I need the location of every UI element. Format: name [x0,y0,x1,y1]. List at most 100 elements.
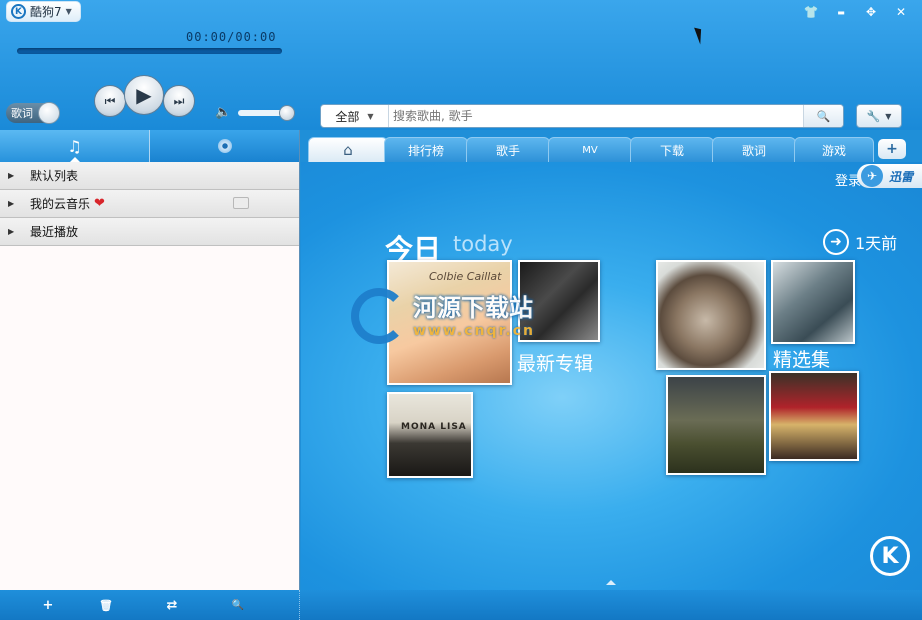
home-icon: ⌂ [343,141,353,159]
mini-mode-button[interactable]: ✥ [856,3,886,21]
expand-arrow-icon: ▶ [8,199,15,208]
collection-cover[interactable] [666,375,766,475]
comment-icon[interactable] [233,197,249,209]
top-bar: K 酷狗7 ▼ 👕 ▬ ✥ ✕ 00:00/00:00 歌词 ⏮ ▶ ⏭ 🔈 全… [0,0,922,130]
previous-button[interactable]: ⏮ [94,85,126,117]
next-button[interactable]: ⏭ [163,85,195,117]
search-scope-dropdown[interactable]: 全部 ▼ [321,105,389,127]
album-cover-text: Colbie Caillat [429,270,502,283]
tab-games[interactable]: 游戏 [794,137,874,162]
close-icon: ✕ [895,5,907,19]
tab-label: 下载 [659,143,684,158]
tab-charts[interactable]: 排行榜 [384,137,468,162]
shuffle-icon: ⇄ [166,597,178,613]
time-display: 00:00/00:00 [186,30,277,44]
search-scope-label: 全部 [335,109,360,124]
status-bar [300,590,922,620]
delete-button[interactable]: 🗑 [73,590,139,620]
locate-button[interactable]: 🔍 [205,590,271,620]
lyrics-toggle[interactable]: 歌词 [6,102,60,124]
tab-playlist[interactable]: ♫ [0,130,150,162]
search-input[interactable] [389,106,803,126]
play-mode-button[interactable]: ⇄ [139,590,205,620]
close-button[interactable]: ✕ [886,3,916,21]
mini-mode-icon: ✥ [865,5,877,19]
search-icon: 🔍 [816,109,831,123]
expand-arrow-icon: ▶ [8,227,15,236]
album-cover-text: MONA LISA [401,422,467,432]
watermark-title: 河源下载站 [413,294,533,322]
previous-day-label: 1天前 [855,234,898,253]
selection-link[interactable]: 精选集 [773,345,830,372]
wrench-icon: 🔧 [866,109,881,123]
minimize-button[interactable]: ▬ [826,3,856,21]
collection-cover[interactable] [656,260,766,370]
add-button[interactable]: + [23,590,73,620]
collapse-arrow-icon[interactable] [606,580,616,585]
chevron-down-icon: ▼ [367,111,374,121]
previous-day-button[interactable]: ➜ 1天前 [823,229,897,255]
minimize-icon: ▬ [837,7,845,17]
skin-button[interactable]: 👕 [796,3,826,21]
playlist-label: 默认列表 [30,169,79,183]
arrow-right-icon: ➜ [823,229,849,255]
xunlei-label: 迅雷 [889,169,914,184]
plus-icon: + [886,141,898,157]
disc-icon [217,139,232,153]
chevron-down-icon: ▼ [65,7,72,16]
watermark: 河源下载站 www.cnqr.cn [351,288,535,344]
play-button[interactable]: ▶ [124,75,164,115]
previous-icon: ⏮ [104,93,116,108]
search-button[interactable]: 🔍 [803,105,843,127]
tab-label: 歌词 [741,143,766,158]
tools-button[interactable]: 🔧 ▼ [856,104,902,128]
expand-arrow-icon: ▶ [8,171,15,180]
xunlei-bird-icon: ✈ [861,165,883,187]
tab-singers[interactable]: 歌手 [466,137,550,162]
tab-download[interactable]: 下载 [630,137,714,162]
next-icon: ⏭ [173,93,185,108]
kugou-k-logo: K [870,536,910,576]
progress-bar[interactable] [17,48,282,54]
tab-home[interactable]: ⌂ [308,137,388,162]
album-cover[interactable]: MONA LISA [387,392,473,478]
plus-icon: + [42,597,54,613]
tab-lyrics[interactable]: 歌词 [712,137,796,162]
playlist-item[interactable]: ▶ 默认列表 [0,162,299,190]
left-tabs: ♫ [0,130,299,162]
tab-mv[interactable]: MV [548,137,632,162]
volume-slider-handle[interactable] [279,105,295,121]
left-panel: ♫ ▶ 默认列表 ▶ 我的云音乐 ❤ ▶ 最近播放 [0,130,300,590]
music-list-icon: ♫ [67,136,82,156]
playlist-label: 最近播放 [30,225,79,239]
tshirt-icon: 👕 [803,5,819,19]
collection-cover[interactable] [769,371,859,461]
tab-label: 游戏 [821,143,846,158]
today-subheading: today [453,232,513,256]
playlist-item[interactable]: ▶ 我的云音乐 ❤ [0,190,299,218]
app-title: 酷狗7 [30,5,62,19]
window-controls: 👕 ▬ ✥ ✕ [796,3,916,21]
playlist-label: 我的云音乐 [30,197,91,211]
lyrics-toggle-label: 歌词 [11,107,33,120]
volume-icon[interactable]: 🔈 [215,105,231,120]
toggle-knob [38,102,60,124]
tab-label: 歌手 [495,143,520,158]
heart-icon: ❤ [94,196,105,211]
chevron-down-icon: ▼ [885,111,892,121]
add-tab-button[interactable]: + [878,139,906,159]
tab-label: MV [582,144,598,156]
newest-albums-link[interactable]: 最新专辑 [517,349,593,376]
playlist-item[interactable]: ▶ 最近播放 [0,218,299,246]
watermark-logo-icon [351,288,407,344]
search-icon: 🔍 [231,599,245,611]
tab-label: 排行榜 [407,143,444,158]
tab-disc[interactable] [150,130,299,162]
watermark-url: www.cnqr.cn [413,323,536,339]
left-footer-toolbar: + 🗑 ⇄ 🔍 [0,590,300,620]
collection-cover[interactable] [771,260,855,344]
app-menu-button[interactable]: K 酷狗7 ▼ [6,1,81,22]
nav-tabs: ⌂ 排行榜 歌手 MV 下载 歌词 游戏 + [300,137,922,162]
xunlei-badge[interactable]: ✈ 迅雷 [857,164,922,188]
home-content: 登录 ✈ 迅雷 今日 today ➜ 1天前 Colbie Caillat MO… [301,162,922,590]
